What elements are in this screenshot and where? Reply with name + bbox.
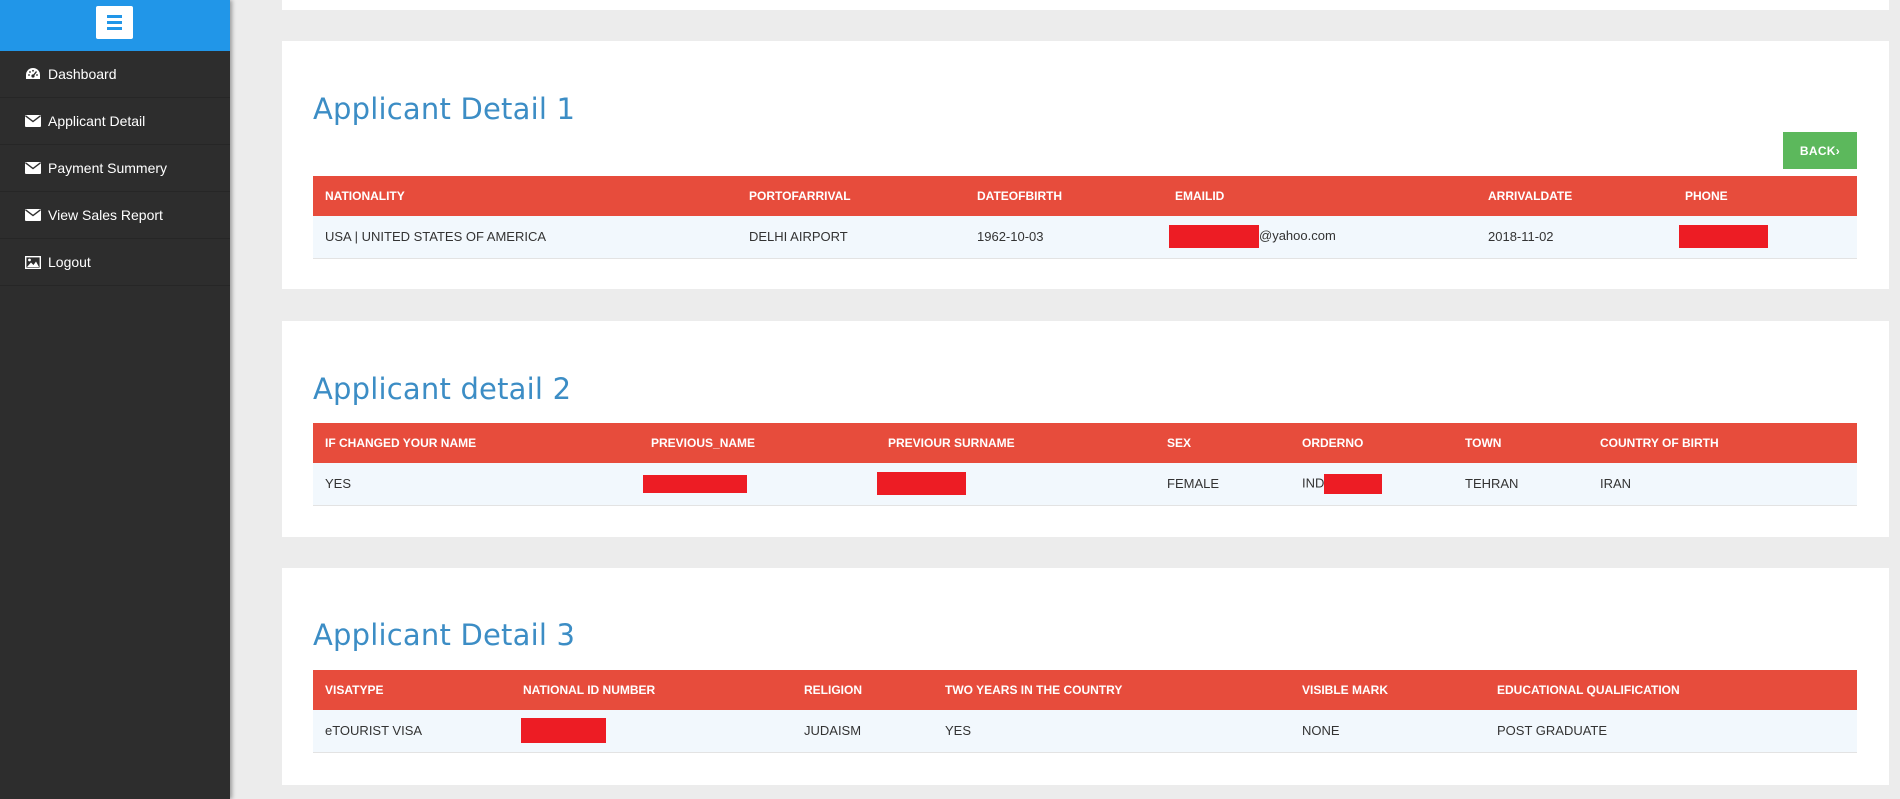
- table-row: USA | UNITED STATES OF AMERICA DELHI AIR…: [313, 216, 1857, 259]
- hamburger-icon-line: [107, 21, 122, 24]
- redaction-box: [1169, 225, 1259, 249]
- sidebar-item-label: Dashboard: [48, 66, 117, 82]
- applicant-detail-1-table: NATIONALITY PORTOFARRIVAL DATEOFBIRTH EM…: [313, 176, 1857, 259]
- sidebar-item-label: Payment Summery: [48, 160, 168, 176]
- column-header: TOWN: [1453, 423, 1588, 463]
- previous-panel-edge: [282, 0, 1889, 10]
- column-header: PREVIOUR SURNAME: [876, 423, 1155, 463]
- panel-title: Applicant Detail 3: [313, 618, 576, 652]
- column-header: PREVIOUS_NAME: [639, 423, 876, 463]
- column-header: ORDERNO: [1290, 423, 1453, 463]
- column-header: DATEOFBIRTH: [965, 176, 1163, 216]
- column-header: ARRIVALDATE: [1476, 176, 1673, 216]
- column-header: IF CHANGED YOUR NAME: [313, 423, 639, 463]
- sidebar-item-payment-summery[interactable]: Payment Summery: [0, 145, 230, 192]
- column-header: VISIBLE MARK: [1290, 670, 1485, 710]
- table-row: YES FEMALE IND TEHRAN IRAN: [313, 463, 1857, 506]
- picture-icon: [24, 255, 41, 269]
- sidebar-item-label: Applicant Detail: [48, 113, 146, 129]
- date-of-birth-cell: 1962-10-03: [965, 216, 1163, 259]
- email-suffix: @yahoo.com: [1259, 228, 1336, 244]
- dashboard-icon: [24, 67, 41, 81]
- port-of-arrival-cell: DELHI AIRPORT: [737, 216, 965, 259]
- column-header: NATIONALITY: [313, 176, 737, 216]
- column-header: PORTOFARRIVAL: [737, 176, 965, 216]
- panel-title: Applicant Detail 1: [313, 92, 576, 126]
- applicant-detail-3-panel: Applicant Detail 3 VISATYPE NATIONAL ID …: [282, 568, 1889, 785]
- envelope-icon: [24, 114, 41, 128]
- column-header: NATIONAL ID NUMBER: [511, 670, 792, 710]
- nationality-cell: USA | UNITED STATES OF AMERICA: [313, 216, 737, 259]
- redaction-box: [877, 472, 966, 496]
- column-header: RELIGION: [792, 670, 933, 710]
- envelope-icon: [24, 208, 41, 222]
- sidebar-item-dashboard[interactable]: Dashboard: [0, 51, 230, 98]
- menu-toggle-button[interactable]: [96, 6, 133, 39]
- sidebar-item-view-sales-report[interactable]: View Sales Report: [0, 192, 230, 239]
- sex-cell: FEMALE: [1155, 463, 1290, 506]
- table-header-row: IF CHANGED YOUR NAME PREVIOUS_NAME PREVI…: [313, 423, 1857, 463]
- religion-cell: JUDAISM: [792, 710, 933, 753]
- changed-name-cell: YES: [313, 463, 639, 506]
- visa-type-cell: eTOURIST VISA: [313, 710, 511, 753]
- applicant-detail-2-panel: Applicant detail 2 IF CHANGED YOUR NAME …: [282, 321, 1889, 537]
- back-button[interactable]: BACK›: [1783, 132, 1857, 169]
- email-cell: @yahoo.com: [1163, 216, 1476, 259]
- sidebar-item-label: View Sales Report: [48, 207, 163, 223]
- previous-surname-cell: [876, 463, 1155, 506]
- visible-mark-cell: NONE: [1290, 710, 1485, 753]
- redaction-box: [643, 474, 747, 493]
- hamburger-icon-line: [107, 15, 122, 18]
- redaction-box: [1679, 225, 1768, 249]
- table-header-row: VISATYPE NATIONAL ID NUMBER RELIGION TWO…: [313, 670, 1857, 710]
- sidebar-header: [0, 0, 230, 51]
- column-header: PHONE: [1673, 176, 1857, 216]
- sidebar-item-applicant-detail[interactable]: Applicant Detail: [0, 98, 230, 145]
- table-header-row: NATIONALITY PORTOFARRIVAL DATEOFBIRTH EM…: [313, 176, 1857, 216]
- order-prefix: IND: [1302, 475, 1325, 491]
- column-header: EDUCATIONAL QUALIFICATION: [1485, 670, 1857, 710]
- redaction-box: [1324, 473, 1383, 494]
- column-header: TWO YEARS IN THE COUNTRY: [933, 670, 1290, 710]
- two-years-cell: YES: [933, 710, 1290, 753]
- applicant-detail-3-table: VISATYPE NATIONAL ID NUMBER RELIGION TWO…: [313, 670, 1857, 753]
- national-id-cell: [511, 710, 792, 753]
- hamburger-icon-line: [107, 27, 122, 30]
- table-row: eTOURIST VISA JUDAISM YES NONE POST GRAD…: [313, 710, 1857, 753]
- sidebar-nav: Dashboard Applicant Detail Payment Summe…: [0, 51, 230, 286]
- town-cell: TEHRAN: [1453, 463, 1588, 506]
- arrival-date-cell: 2018-11-02: [1476, 216, 1673, 259]
- order-number-cell: IND: [1290, 463, 1453, 506]
- column-header: VISATYPE: [313, 670, 511, 710]
- phone-cell: [1673, 216, 1857, 259]
- sidebar-item-label: Logout: [48, 254, 91, 270]
- column-header: COUNTRY OF BIRTH: [1588, 423, 1857, 463]
- applicant-detail-1-panel: Applicant Detail 1 BACK› NATIONALITY POR…: [282, 41, 1889, 289]
- redaction-box: [521, 718, 606, 744]
- panel-title: Applicant detail 2: [313, 372, 572, 406]
- applicant-detail-2-table: IF CHANGED YOUR NAME PREVIOUS_NAME PREVI…: [313, 423, 1857, 506]
- column-header: SEX: [1155, 423, 1290, 463]
- education-cell: POST GRADUATE: [1485, 710, 1857, 753]
- sidebar: Dashboard Applicant Detail Payment Summe…: [0, 0, 230, 799]
- envelope-icon: [24, 161, 41, 175]
- column-header: EMAILID: [1163, 176, 1476, 216]
- country-of-birth-cell: IRAN: [1588, 463, 1857, 506]
- previous-name-cell: [639, 463, 876, 506]
- sidebar-item-logout[interactable]: Logout: [0, 239, 230, 286]
